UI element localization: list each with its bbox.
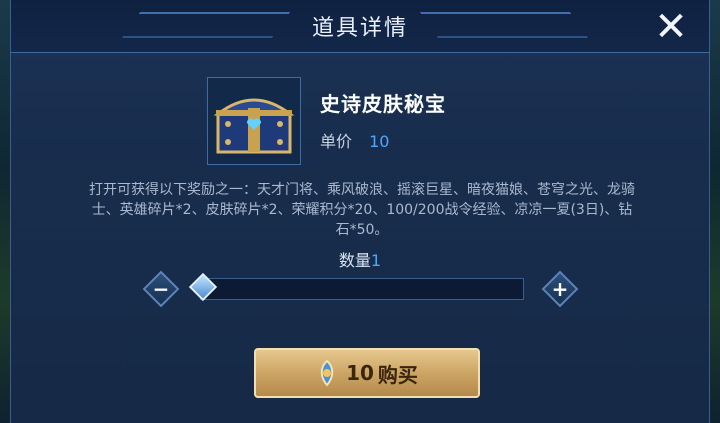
unit-price-value: 10 xyxy=(369,132,390,151)
buy-price: 10 xyxy=(346,361,374,385)
minus-icon: − xyxy=(152,277,170,301)
unit-price-row: 单价 10 xyxy=(320,128,389,152)
dialog-title: 道具详情 xyxy=(311,16,408,41)
quantity-slider-track[interactable] xyxy=(200,278,524,300)
close-icon: ✕ xyxy=(654,4,688,50)
reward-description: 打开可获得以下奖励之一：天才门将、乘风破浪、摇滚巨星、暗夜猫娘、苍穹之光、龙骑士… xyxy=(89,182,635,238)
treasure-chest-icon xyxy=(213,98,295,154)
quantity-value: 1 xyxy=(370,251,382,270)
close-button[interactable]: ✕ xyxy=(651,7,691,48)
item-icon-frame xyxy=(207,77,301,165)
buy-button[interactable]: 10 购买 xyxy=(254,348,480,398)
unit-price-label: 单价 xyxy=(320,132,353,151)
buy-label: 购买 xyxy=(377,362,418,387)
dialog-header: 道具详情 ✕ xyxy=(11,0,709,53)
item-name: 史诗皮肤秘宝 xyxy=(320,92,446,116)
quantity-label: 数量 xyxy=(338,251,371,270)
coupon-icon xyxy=(320,359,334,387)
quantity-display: 数量1 xyxy=(0,247,720,271)
plus-icon: + xyxy=(551,277,569,301)
